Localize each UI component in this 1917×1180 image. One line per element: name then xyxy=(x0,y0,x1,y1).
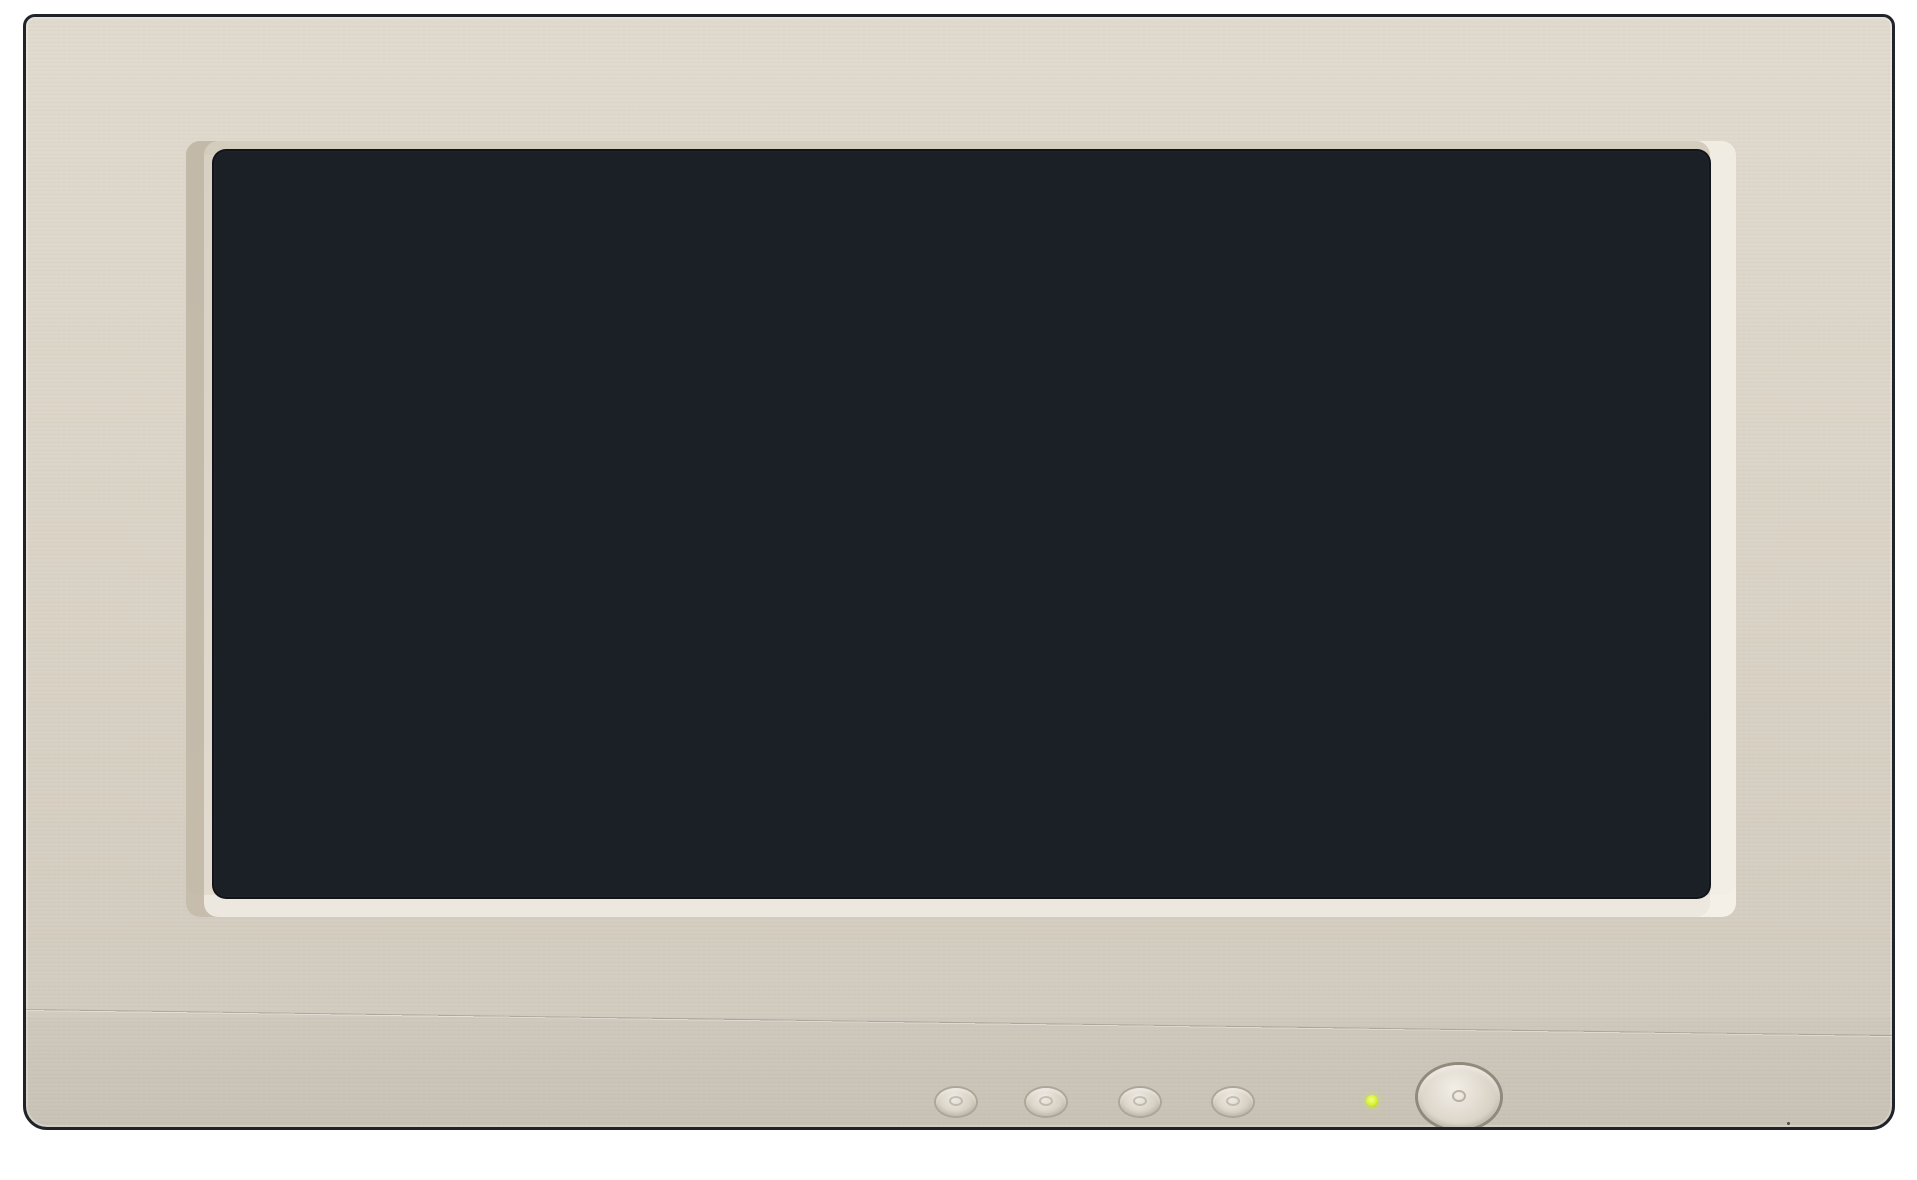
front-button-4[interactable] xyxy=(1213,1088,1253,1116)
front-button-1[interactable] xyxy=(936,1088,976,1116)
power-button[interactable] xyxy=(1418,1065,1500,1127)
power-led-icon xyxy=(1366,1095,1378,1107)
crt-monitor xyxy=(23,14,1895,1130)
monitor-screen xyxy=(214,151,1709,897)
surface-speck xyxy=(1787,1122,1790,1125)
front-button-3[interactable] xyxy=(1120,1088,1160,1116)
front-button-2[interactable] xyxy=(1026,1088,1066,1116)
